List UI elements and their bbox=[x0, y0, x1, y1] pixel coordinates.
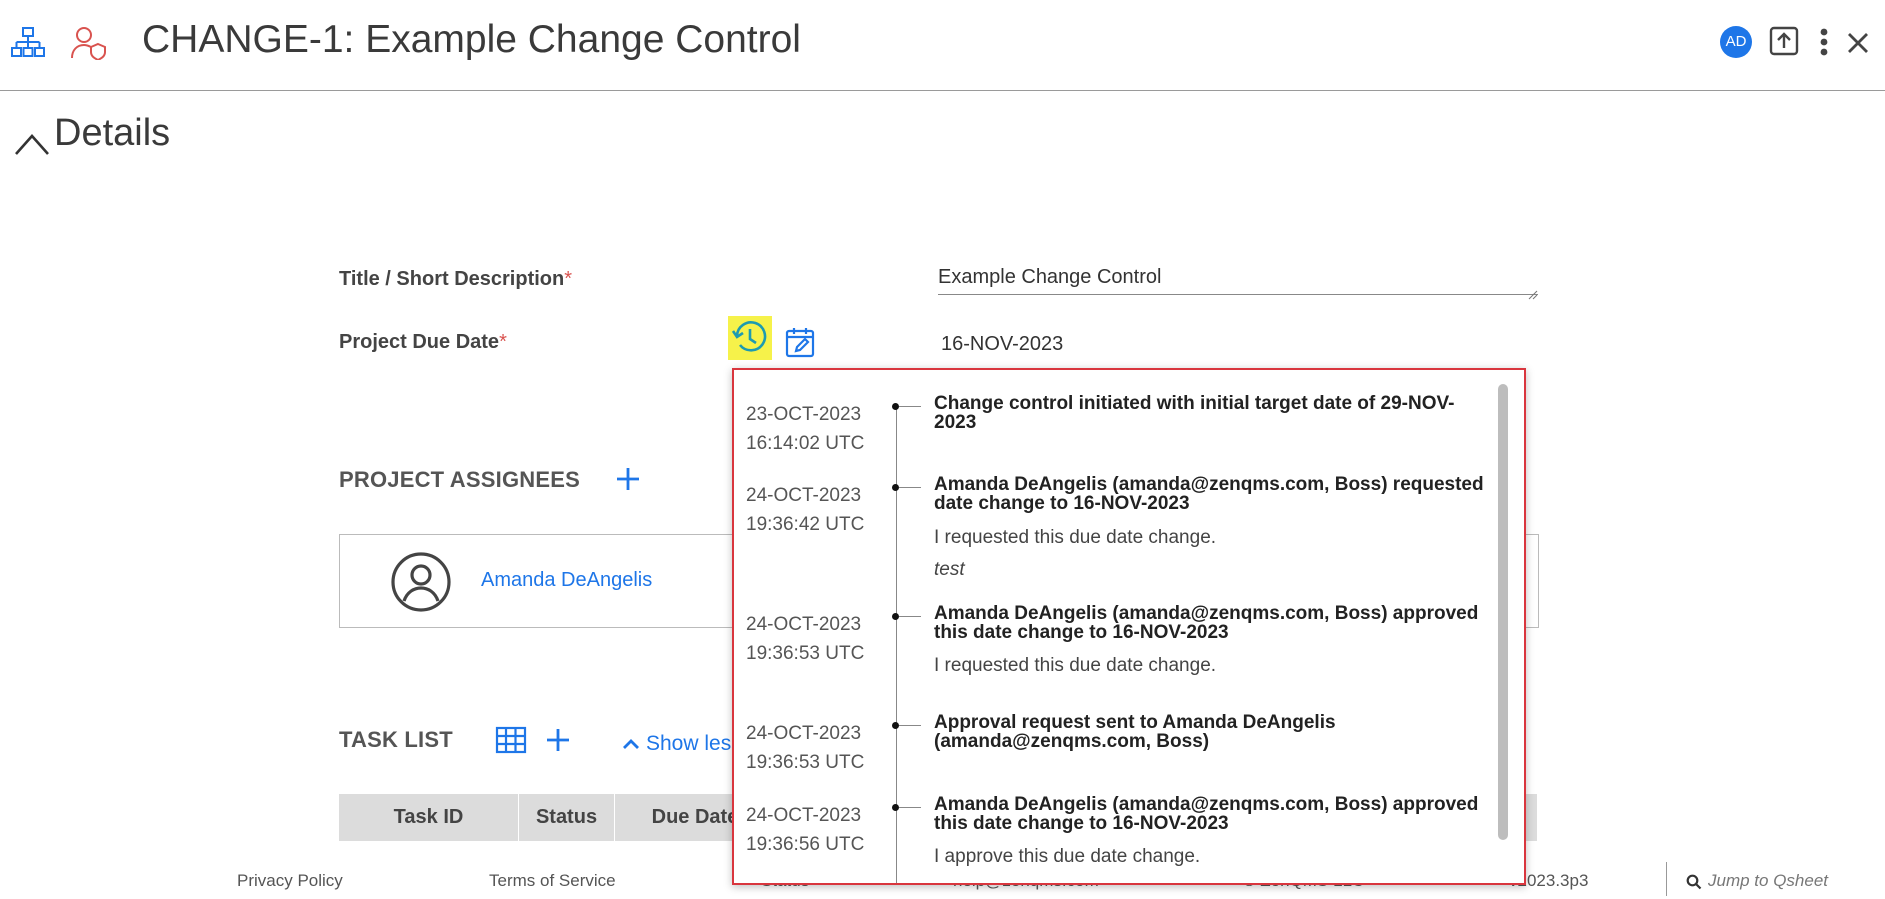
history-message: Change control initiated with initial ta… bbox=[934, 393, 1455, 433]
privacy-policy-link[interactable]: Privacy Policy bbox=[237, 871, 343, 891]
table-grid-icon[interactable] bbox=[495, 726, 527, 754]
resize-grip-icon[interactable] bbox=[1528, 283, 1538, 300]
due-date-field-label: Project Due Date* bbox=[339, 331, 507, 354]
add-assignee-button[interactable] bbox=[614, 465, 642, 493]
history-message: Amanda DeAngelis (amanda@zenqms.com, Bos… bbox=[934, 474, 1484, 514]
history-time: 16:14:02 UTC bbox=[746, 433, 865, 454]
history-icon[interactable] bbox=[728, 316, 772, 360]
due-date-label-text: Project Due Date bbox=[339, 331, 500, 353]
history-message: Approval request sent to Amanda DeAngeli… bbox=[934, 712, 1336, 752]
close-icon[interactable] bbox=[1843, 28, 1873, 58]
history-note: test bbox=[934, 559, 965, 580]
assignee-link[interactable]: Amanda DeAngelis bbox=[481, 569, 652, 592]
column-header-status[interactable]: Status bbox=[519, 794, 615, 841]
history-time: 19:36:53 UTC bbox=[746, 752, 865, 773]
show-less-toggle[interactable]: Show less bbox=[622, 732, 742, 756]
due-date-history-popup: 23-OCT-2023 16:14:02 UTC Change control i… bbox=[732, 368, 1526, 885]
timeline-dot bbox=[892, 722, 899, 729]
share-upload-icon[interactable] bbox=[1768, 25, 1800, 57]
title-input[interactable]: Example Change Control bbox=[938, 262, 1538, 300]
title-input-value[interactable]: Example Change Control bbox=[938, 266, 1161, 289]
required-asterisk: * bbox=[564, 268, 573, 290]
timeline-line bbox=[896, 406, 897, 883]
history-timestamp: 23-OCT-2023 16:14:02 UTC bbox=[746, 400, 886, 458]
history-date: 24-OCT-2023 bbox=[746, 614, 862, 635]
footer-divider bbox=[1666, 862, 1667, 896]
person-icon bbox=[390, 551, 452, 613]
hierarchy-icon[interactable] bbox=[10, 26, 46, 63]
history-time: 19:36:56 UTC bbox=[746, 834, 865, 855]
history-date: 24-OCT-2023 bbox=[746, 805, 862, 826]
details-section-toggle[interactable]: Details bbox=[14, 112, 170, 155]
title-label-text: Title / Short Description bbox=[339, 268, 565, 290]
page-title: CHANGE-1: Example Change Control bbox=[142, 18, 801, 61]
history-date: 24-OCT-2023 bbox=[746, 485, 862, 506]
chevron-up-icon bbox=[623, 739, 639, 750]
history-time: 19:36:42 UTC bbox=[746, 514, 865, 535]
chevron-up-icon bbox=[14, 123, 50, 155]
due-date-value[interactable]: 16-NOV-2023 bbox=[941, 333, 1063, 356]
timeline-tick bbox=[899, 487, 921, 488]
section-title: Details bbox=[54, 112, 171, 154]
jump-to-qsheet-input[interactable]: Jump to Qsheet bbox=[1686, 871, 1828, 891]
history-note: I requested this due date change. bbox=[934, 655, 1217, 676]
required-asterisk: * bbox=[499, 331, 507, 353]
show-less-label[interactable]: Show less bbox=[646, 732, 742, 755]
timeline-dot bbox=[892, 613, 899, 620]
title-field-label: Title / Short Description* bbox=[339, 268, 572, 291]
search-icon bbox=[1686, 874, 1702, 889]
history-note: I approve this due date change. bbox=[934, 846, 1201, 867]
history-date: 23-OCT-2023 bbox=[746, 404, 862, 425]
assignees-heading: PROJECT ASSIGNEES bbox=[339, 467, 580, 492]
timeline-tick bbox=[899, 725, 921, 726]
history-note: I requested this due date change. bbox=[934, 527, 1217, 548]
history-timestamp: 24-OCT-2023 19:36:53 UTC bbox=[746, 719, 886, 777]
history-message: Amanda DeAngelis (amanda@zenqms.com, Bos… bbox=[934, 794, 1479, 834]
timeline-tick bbox=[899, 616, 921, 617]
terms-of-service-link[interactable]: Terms of Service bbox=[489, 871, 616, 891]
history-timestamp: 24-OCT-2023 19:36:42 UTC bbox=[746, 481, 886, 539]
add-task-button[interactable] bbox=[544, 726, 572, 754]
history-message: Amanda DeAngelis (amanda@zenqms.com, Bos… bbox=[934, 603, 1479, 643]
timeline-dot bbox=[892, 804, 899, 811]
calendar-edit-icon[interactable] bbox=[784, 326, 816, 358]
column-header-task-id[interactable]: Task ID bbox=[339, 794, 519, 841]
history-timestamp: 24-OCT-2023 19:36:53 UTC bbox=[746, 610, 886, 668]
history-timestamp: 24-OCT-2023 19:36:56 UTC bbox=[746, 801, 886, 859]
timeline-dot bbox=[892, 403, 899, 410]
timeline-tick bbox=[899, 406, 921, 407]
popup-scrollbar[interactable] bbox=[1498, 384, 1508, 840]
timeline-tick bbox=[899, 807, 921, 808]
task-list-heading: TASK LIST bbox=[339, 727, 453, 752]
jump-placeholder: Jump to Qsheet bbox=[1708, 871, 1829, 890]
kebab-menu-icon[interactable] bbox=[1812, 25, 1836, 59]
top-bar: CHANGE-1: Example Change Control AD bbox=[0, 0, 1885, 91]
user-shield-icon[interactable] bbox=[70, 26, 108, 65]
timeline-dot bbox=[892, 484, 899, 491]
history-date: 24-OCT-2023 bbox=[746, 723, 862, 744]
avatar[interactable]: AD bbox=[1720, 26, 1752, 58]
history-time: 19:36:53 UTC bbox=[746, 643, 865, 664]
